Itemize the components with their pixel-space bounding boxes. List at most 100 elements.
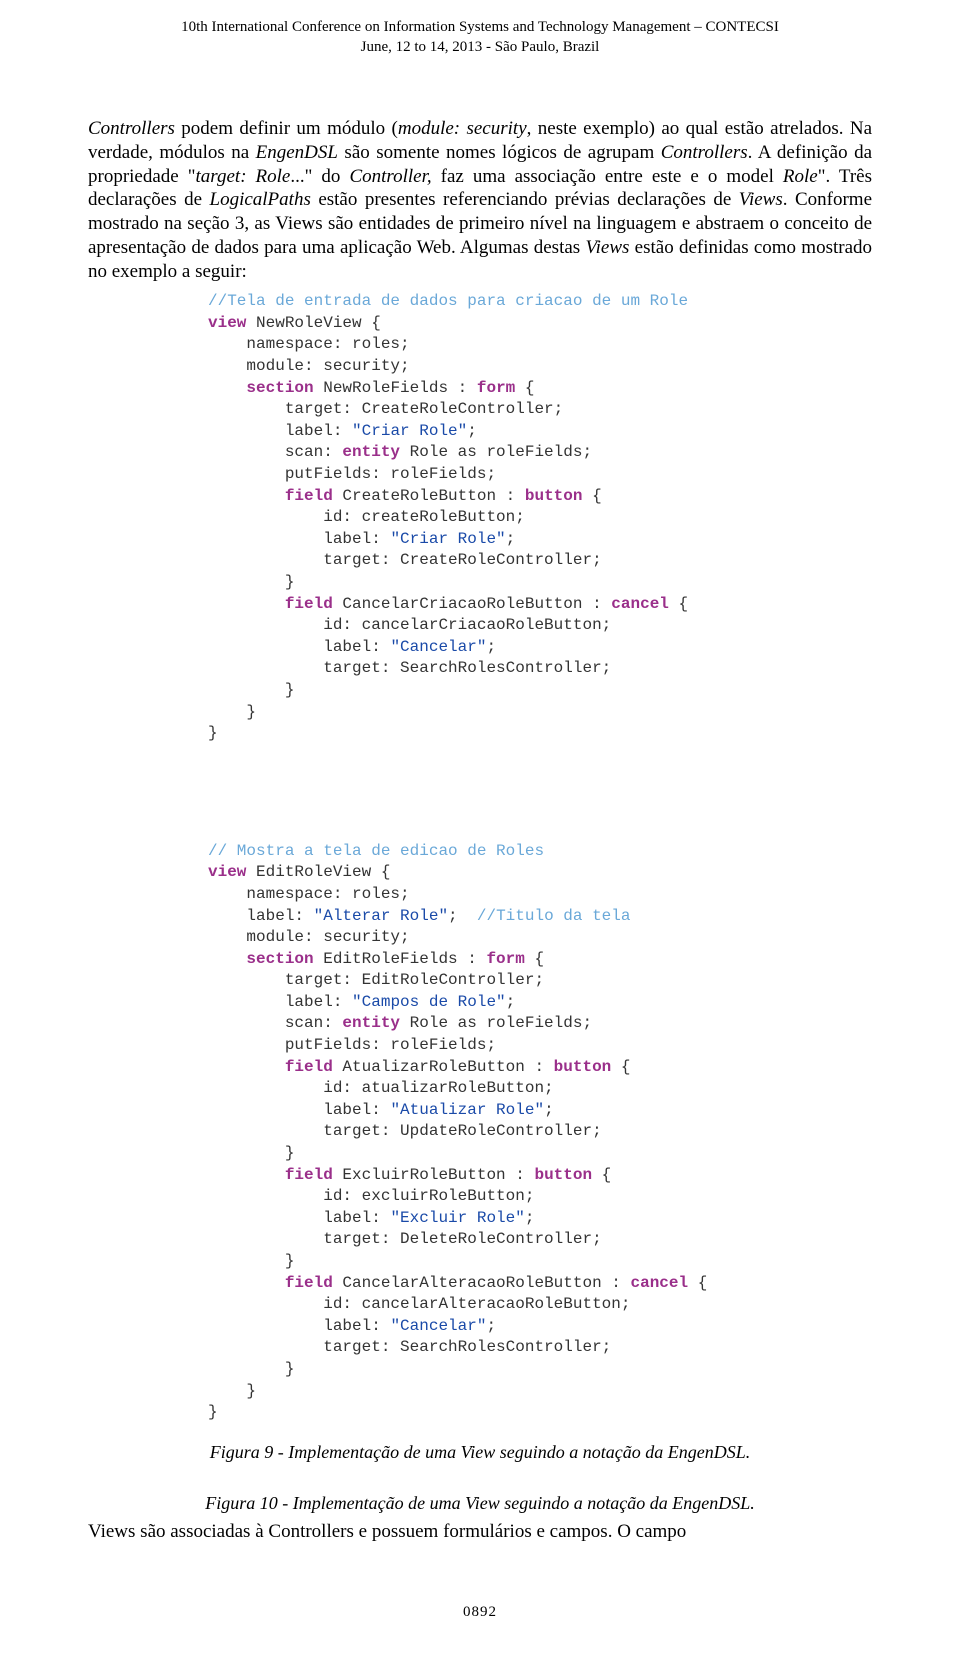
code-kw-section: section (208, 379, 314, 397)
code-text: target: EditRoleController; (208, 971, 544, 989)
code-kw-field: field (208, 487, 333, 505)
code-text: } (208, 1252, 294, 1270)
code-string: "Excluir Role" (390, 1209, 524, 1227)
text: podem definir um módulo ( (175, 118, 398, 139)
term-views: Views (739, 189, 783, 210)
code-string: "Criar Role" (390, 530, 505, 548)
code-text: label: (208, 1317, 390, 1335)
code-text: } (208, 724, 218, 742)
code-kw-view: view (208, 863, 246, 881)
code-text: target: UpdateRoleController; (208, 1122, 602, 1140)
code-text: NewRoleView { (246, 314, 380, 332)
code-text: module: security; (208, 928, 410, 946)
code-text: Role as roleFields; (400, 1014, 592, 1032)
code-text: id: atualizarRoleButton; (208, 1079, 554, 1097)
code-kw-button: button (534, 1166, 592, 1184)
code-string: "Cancelar" (390, 1317, 486, 1335)
term-controllers: Controllers (88, 118, 175, 139)
code-text: id: cancelarCriacaoRoleButton; (208, 616, 611, 634)
code-text: label: (208, 1101, 390, 1119)
page-number: 0892 (88, 1604, 872, 1621)
code-text: label: (208, 530, 390, 548)
code-text: EditRoleFields : (314, 950, 487, 968)
code-kw-entity: entity (342, 1014, 400, 1032)
page: 10th International Conference on Informa… (0, 0, 960, 1661)
code-text: { (592, 1166, 611, 1184)
code-comment: //Tela de entrada de dados para criacao … (208, 292, 688, 310)
code-text: label: (208, 993, 352, 1011)
term-engendsl: EngenDSL (256, 142, 338, 163)
text: e possuem formulários e campos. O campo (354, 1521, 686, 1542)
code-text: { (611, 1058, 630, 1076)
text: faz uma associação entre este e o model (432, 166, 783, 187)
header-line-2: June, 12 to 14, 2013 - São Paulo, Brazil (88, 38, 872, 58)
code-kw-section: section (208, 950, 314, 968)
code-kw-field: field (208, 1058, 333, 1076)
code-text: ; (544, 1101, 554, 1119)
term-views-2: Views (585, 237, 629, 258)
code-text: target: SearchRolesController; (208, 659, 611, 677)
code-text: id: excluirRoleButton; (208, 1187, 534, 1205)
term-controllers: Controllers (268, 1521, 354, 1542)
term-role: Role (783, 166, 818, 187)
code-text: } (208, 681, 294, 699)
code-kw-button: button (525, 487, 583, 505)
code-text: ; (525, 1209, 535, 1227)
code-text: { (525, 950, 544, 968)
code-text: scan: (208, 1014, 342, 1032)
term-module-security: module: security (398, 118, 527, 139)
code-kw-entity: entity (342, 443, 400, 461)
code-text: } (208, 1360, 294, 1378)
code-text: id: cancelarAlteracaoRoleButton; (208, 1295, 630, 1313)
code-kw-field: field (208, 1166, 333, 1184)
code-text: ; (506, 993, 516, 1011)
code-text: CreateRoleButton : (333, 487, 525, 505)
code-text: { (669, 595, 688, 613)
code-comment: // Mostra a tela de edicao de Roles (208, 842, 544, 860)
code-kw-field: field (208, 1274, 333, 1292)
code-comment: //Titulo da tela (477, 907, 631, 925)
code-block-2: // Mostra a tela de edicao de Roles view… (208, 841, 872, 1424)
code-text: } (208, 573, 294, 591)
code-text: module: security; (208, 357, 410, 375)
code-text: label: (208, 907, 314, 925)
paragraph-1: Controllers podem definir um módulo (mod… (88, 117, 872, 283)
code-text: scan: (208, 443, 342, 461)
code-text: { (688, 1274, 707, 1292)
code-text: target: SearchRolesController; (208, 1338, 611, 1356)
code-string: "Cancelar" (390, 638, 486, 656)
code-text: AtualizarRoleButton : (333, 1058, 554, 1076)
code-text: CancelarAlteracaoRoleButton : (333, 1274, 631, 1292)
code-text: target: CreateRoleController; (208, 400, 563, 418)
code-text: label: (208, 422, 352, 440)
code-text: namespace: roles; (208, 335, 410, 353)
code-kw-cancel: cancel (630, 1274, 688, 1292)
text: ..." do (290, 166, 349, 187)
code-text: ; (506, 530, 516, 548)
figure-9-caption: Figura 9 - Implementação de uma View seg… (88, 1442, 872, 1463)
code-kw-form: form (486, 950, 524, 968)
code-string: "Criar Role" (352, 422, 467, 440)
code-text: label: (208, 638, 390, 656)
conference-header: 10th International Conference on Informa… (88, 0, 872, 57)
paragraph-2: Views são associadas à Controllers e pos… (88, 1520, 872, 1544)
code-kw-view: view (208, 314, 246, 332)
text: estão presentes referenciando prévias de… (311, 189, 739, 210)
code-text: } (208, 1382, 256, 1400)
code-text: putFields: roleFields; (208, 465, 496, 483)
header-line-1: 10th International Conference on Informa… (88, 18, 872, 38)
term-controller: Controller, (349, 166, 431, 187)
text: são associadas à (135, 1521, 268, 1542)
code-text: ; (486, 638, 496, 656)
vertical-gap (88, 753, 872, 833)
code-kw-form: form (477, 379, 515, 397)
term-views: Views (88, 1521, 135, 1542)
code-kw-field: field (208, 595, 333, 613)
code-string: "Alterar Role" (314, 907, 448, 925)
code-text: ; (448, 907, 477, 925)
code-text: } (208, 1144, 294, 1162)
code-text: namespace: roles; (208, 885, 410, 903)
code-kw-cancel: cancel (611, 595, 669, 613)
code-text: CancelarCriacaoRoleButton : (333, 595, 611, 613)
code-kw-button: button (554, 1058, 612, 1076)
